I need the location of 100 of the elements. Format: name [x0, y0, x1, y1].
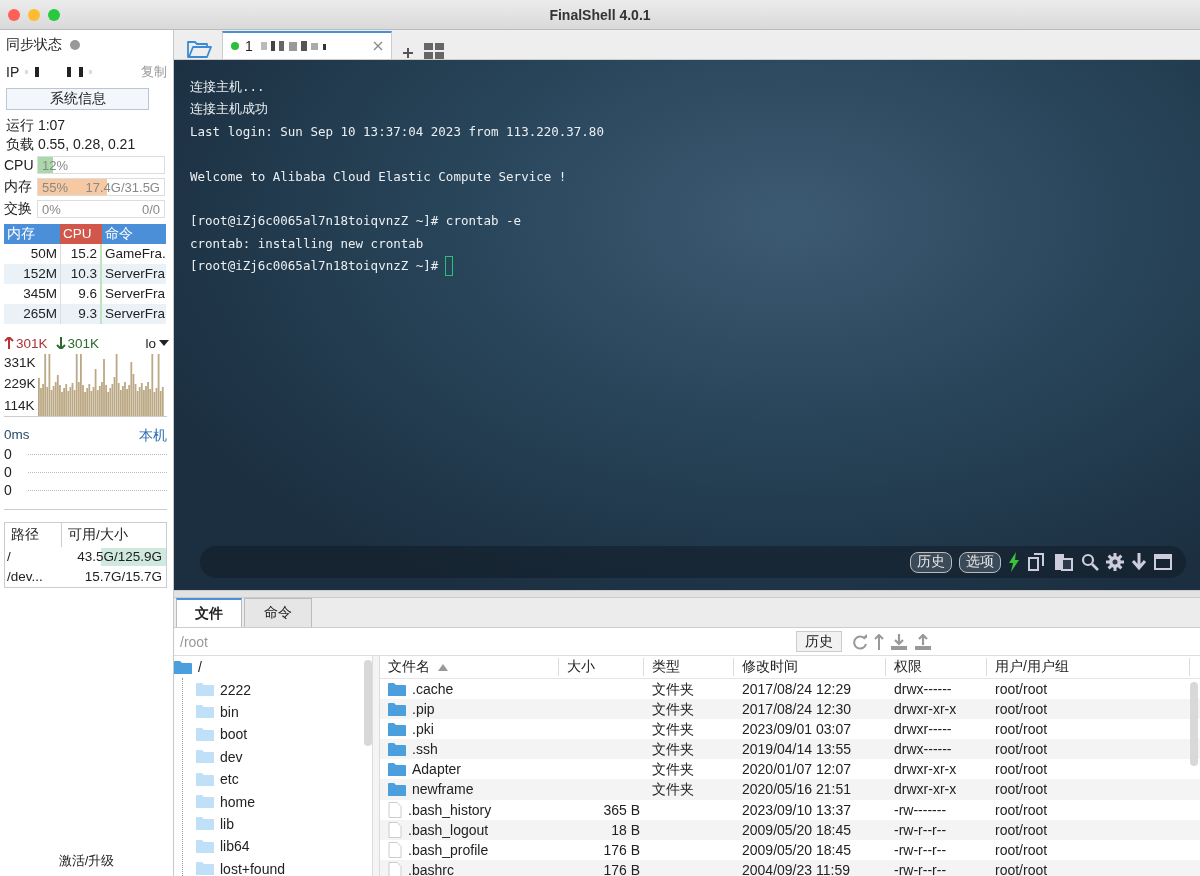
- axis-tick-label: 331K: [4, 355, 37, 371]
- table-cell-text: 43.5G/125.9G: [76, 549, 163, 564]
- tree-item[interactable]: lib: [220, 815, 234, 832]
- settings-icon[interactable]: [1106, 553, 1124, 571]
- refresh-icon[interactable]: [852, 633, 868, 650]
- tree-item[interactable]: bin: [220, 703, 239, 720]
- modified-time: 2020/01/07 12:07: [741, 760, 852, 780]
- paste-icon[interactable]: [1054, 553, 1074, 571]
- tab-label: 1: [245, 38, 253, 54]
- panel-tab[interactable]: 文件: [176, 598, 242, 627]
- file-name: Adapter: [412, 760, 462, 780]
- file-name: .pki: [412, 720, 434, 740]
- ping-target-link[interactable]: 本机: [139, 427, 167, 445]
- panel-tab[interactable]: 命令: [244, 598, 312, 627]
- file-name: .pip: [412, 700, 435, 720]
- up-arrow-icon[interactable]: [874, 633, 884, 650]
- file-icon: [388, 861, 402, 876]
- file-row[interactable]: .bash_profile 176 B 2009/05/20 18:45 -rw-r--r-- root/root: [380, 839, 1200, 860]
- column-header[interactable]: 大小: [559, 658, 644, 676]
- splitter-handle[interactable]: [373, 656, 380, 876]
- modified-time: 2017/08/24 12:29: [741, 680, 852, 699]
- meter-reading: 55%: [42, 179, 69, 195]
- layout-grid-icon[interactable]: [424, 43, 444, 59]
- folder-icon: [196, 816, 214, 832]
- column-header[interactable]: 用户/用户组: [987, 658, 1190, 676]
- file-type: 文件夹: [651, 780, 695, 800]
- file-size: 176 B: [602, 840, 641, 860]
- interface-dropdown[interactable]: lo: [145, 335, 169, 351]
- plus-icon[interactable]: [402, 47, 414, 59]
- file-row[interactable]: .bash_history 365 B 2023/09/10 13:37 -rw------- root/root: [380, 799, 1200, 820]
- down-arrow-icon[interactable]: [1131, 553, 1147, 571]
- tree-item[interactable]: lib64: [220, 838, 250, 855]
- close-button[interactable]: [8, 8, 20, 21]
- folder-icon: [196, 749, 214, 765]
- owner: root/root: [994, 800, 1049, 820]
- redacted-host-drawing: [258, 40, 329, 52]
- tree-item[interactable]: 2222: [220, 681, 252, 698]
- scroll-bar[interactable]: [364, 660, 372, 746]
- file-name: .bashrc: [408, 860, 454, 876]
- file-size: 18 B: [610, 820, 641, 840]
- upload-icon[interactable]: [914, 633, 932, 650]
- file-row[interactable]: Adapter 文件夹 2020/01/07 12:07 drwxr-xr-x root/root: [380, 759, 1200, 780]
- modified-time: 2009/05/20 18:45: [741, 840, 852, 860]
- splitter-handle[interactable]: [174, 590, 1200, 598]
- file-type: 文件夹: [651, 720, 695, 740]
- scroll-bar[interactable]: [1190, 682, 1198, 766]
- owner: root/root: [994, 700, 1049, 720]
- tree-item[interactable]: boot: [220, 726, 248, 743]
- folder-icon[interactable]: [186, 39, 212, 59]
- download-arrow-icon: [55, 337, 66, 349]
- column-header[interactable]: 权限: [886, 658, 987, 676]
- download-icon[interactable]: [890, 633, 908, 650]
- file-row[interactable]: .pki 文件夹 2023/09/01 03:07 drwxr----- root/root: [380, 719, 1200, 740]
- file-name: .cache: [412, 680, 454, 699]
- file-name: .bash_profile: [408, 840, 489, 860]
- folder-icon: [196, 682, 214, 698]
- search-icon[interactable]: [1081, 553, 1099, 571]
- system-info-button[interactable]: 系统信息: [6, 88, 149, 110]
- permissions: -rw-r--r--: [893, 840, 948, 860]
- column-header[interactable]: 类型: [644, 658, 734, 676]
- copy-icon[interactable]: [1027, 553, 1047, 571]
- column-header[interactable]: 路径: [5, 523, 61, 547]
- tree-item[interactable]: dev: [220, 748, 243, 765]
- history-button[interactable]: 历史: [796, 631, 842, 652]
- column-header[interactable]: CPU: [60, 224, 102, 244]
- window-icon[interactable]: [1154, 554, 1172, 570]
- activate-link[interactable]: 激活/升级: [0, 852, 173, 876]
- file-row[interactable]: .cache 文件夹 2017/08/24 12:29 drwx------ root/root: [380, 679, 1200, 700]
- session-tab[interactable]: 1: [222, 31, 392, 59]
- tree-item[interactable]: etc: [220, 771, 239, 788]
- file-row[interactable]: .pip 文件夹 2017/08/24 12:30 drwxr-xr-x root/root: [380, 699, 1200, 720]
- file-row[interactable]: .bash_logout 18 B 2009/05/20 18:45 -rw-r--r-- root/root: [380, 819, 1200, 840]
- column-header[interactable]: 修改时间: [734, 658, 886, 676]
- folder-icon: [388, 782, 406, 797]
- file-size: 176 B: [602, 860, 641, 876]
- folder-icon: [388, 681, 406, 697]
- file-row[interactable]: .bashrc 176 B 2004/09/23 11:59 -rw-r--r-- root/root: [380, 859, 1200, 876]
- owner: root/root: [994, 740, 1049, 760]
- folder-icon: [388, 741, 406, 757]
- close-icon[interactable]: [373, 41, 383, 51]
- zoom-button[interactable]: [48, 8, 60, 21]
- file-row[interactable]: .ssh 文件夹 2019/04/14 13:55 drwx------ root/root: [380, 739, 1200, 760]
- terminal-line: [root@iZj6c0065al7n18toiqvnzZ ~]# crontab -e: [190, 212, 522, 231]
- latency-value: 0: [4, 446, 12, 462]
- file-name: newframe: [412, 780, 474, 800]
- folder-icon: [196, 704, 214, 720]
- column-header[interactable]: 可用/大小: [61, 523, 166, 547]
- column-header[interactable]: 文件名: [380, 658, 559, 676]
- meter-label: 交换: [4, 200, 33, 218]
- tree-item[interactable]: lost+found: [220, 860, 285, 876]
- history-button[interactable]: 历史: [910, 551, 952, 573]
- table-cell: ServerFra: [102, 264, 166, 284]
- tree-item[interactable]: home: [220, 793, 256, 810]
- file-row[interactable]: newframe 文件夹 2020/05/16 21:51 drwxr-xr-x root/root: [380, 779, 1200, 800]
- file-type: 文件夹: [651, 680, 695, 699]
- terminal-line: 连接主机成功: [190, 100, 268, 119]
- options-button[interactable]: 选项: [959, 551, 1001, 573]
- lightning-icon[interactable]: [1008, 552, 1020, 572]
- tree-item[interactable]: /: [198, 659, 202, 676]
- meter-label: CPU: [4, 157, 35, 173]
